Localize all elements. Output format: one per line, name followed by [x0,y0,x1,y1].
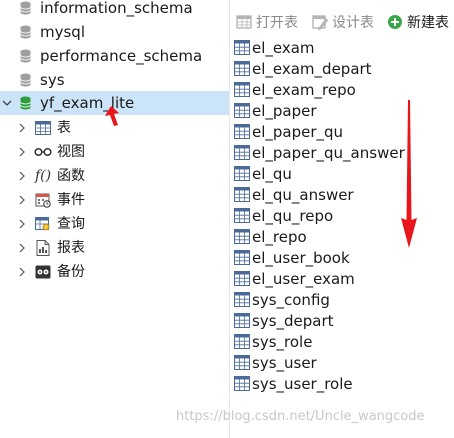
event-icon [34,192,52,208]
table-item[interactable]: sys_user_role [230,374,454,395]
table-name: el_exam_repo [252,81,356,99]
open-table-icon [236,15,252,29]
table-name: el_user_exam [252,270,355,288]
database-icon [20,96,31,110]
tree-item-events[interactable]: 事件 [0,188,229,212]
view-icon [34,144,52,160]
tree-item-label: 备份 [57,264,85,280]
table-item[interactable]: sys_config [230,290,454,311]
tree-item-views[interactable]: 视图 [0,140,229,164]
open-table-label: 打开表 [256,15,298,31]
table-name: el_exam [252,39,315,57]
db-item-sys[interactable]: sys [0,68,229,92]
tree-item-label: 查询 [57,216,85,232]
table-name: el_exam_depart [252,60,372,78]
db-label: mysql [40,23,85,41]
db-label: performance_schema [40,47,203,65]
table-icon [34,120,52,136]
new-table-button[interactable]: 新建表 [387,12,449,32]
chevron-right-icon[interactable] [18,267,26,277]
open-table-button[interactable]: 打开表 [236,12,298,32]
query-icon [34,216,52,232]
watermark: https://blog.csdn.net/Uncle_wangcode [176,409,425,424]
design-table-icon [312,15,328,30]
table-item[interactable]: el_exam_depart [230,59,454,80]
db-item-performance-schema[interactable]: performance_schema [0,44,229,68]
tree-item-label: 报表 [57,240,85,256]
tree-item-backups[interactable]: 备份 [0,260,229,284]
chevron-down-icon[interactable] [2,98,12,108]
table-icon [234,145,250,160]
db-label: information_schema [40,0,193,17]
tree-item-label: 事件 [57,192,85,208]
table-icon [234,40,250,55]
database-icon [20,73,31,87]
table-item[interactable]: el_exam_repo [230,80,454,101]
chevron-right-icon[interactable] [18,243,26,253]
database-icon [20,25,31,39]
design-table-button[interactable]: 设计表 [312,12,374,32]
table-name: el_paper_qu_answer [252,144,405,162]
table-icon [234,271,250,286]
table-icon [234,82,250,97]
db-label: sys [40,71,65,89]
chevron-right-icon[interactable] [18,219,26,229]
table-icon [234,187,250,202]
database-icon [20,1,31,15]
table-icon [234,292,250,307]
tree-item-queries[interactable]: 查询 [0,212,229,236]
table-item[interactable]: sys_role [230,332,454,353]
annotation-arrow-up [105,106,119,126]
table-icon [234,355,250,370]
table-name: el_qu [252,165,292,183]
tree-item-label: 视图 [57,144,85,160]
backup-icon [34,264,52,280]
table-icon [234,313,250,328]
plus-circle-icon [388,15,402,29]
table-name: el_user_book [252,249,350,267]
table-icon [234,124,250,139]
table-icon [234,334,250,349]
navigator-pane: information_schema mysql performance_sch… [0,0,229,438]
table-item[interactable]: el_exam [230,38,454,59]
table-item[interactable]: el_user_exam [230,269,454,290]
report-icon [34,240,52,256]
tree-item-label: 表 [57,120,71,136]
table-name: sys_role [252,333,313,351]
table-icon [234,166,250,181]
tree-item-label: 函数 [57,168,85,184]
db-item-information-schema[interactable]: information_schema [0,0,229,20]
table-name: el_paper_qu [252,123,344,141]
table-item[interactable]: sys_user [230,353,454,374]
chevron-right-icon[interactable] [18,123,26,133]
table-name: sys_user_role [252,375,353,393]
table-name: el_repo [252,228,307,246]
chevron-right-icon[interactable] [18,195,26,205]
table-name: sys_depart [252,312,334,330]
table-name: el_qu_repo [252,207,334,225]
design-table-label: 设计表 [332,15,374,31]
object-toolbar: 打开表 设计表 新建表 [230,8,454,34]
table-name: sys_config [252,291,330,309]
database-icon [20,49,31,63]
table-name: el_paper [252,102,317,120]
annotation-arrow-down [401,100,417,248]
new-table-label: 新建表 [407,15,449,31]
table-icon [234,250,250,265]
table-name: el_qu_answer [252,186,354,204]
chevron-right-icon[interactable] [18,147,26,157]
table-icon [234,229,250,244]
table-name: sys_user [252,354,317,372]
tree-item-reports[interactable]: 报表 [0,236,229,260]
table-icon [234,376,250,391]
db-item-mysql[interactable]: mysql [0,20,229,44]
table-icon [234,208,250,223]
chevron-right-icon[interactable] [18,171,26,181]
function-icon: f() [34,168,52,184]
table-icon [234,61,250,76]
tree-item-functions[interactable]: f() 函数 [0,164,229,188]
table-icon [234,103,250,118]
table-item[interactable]: sys_depart [230,311,454,332]
table-item[interactable]: el_user_book [230,248,454,269]
